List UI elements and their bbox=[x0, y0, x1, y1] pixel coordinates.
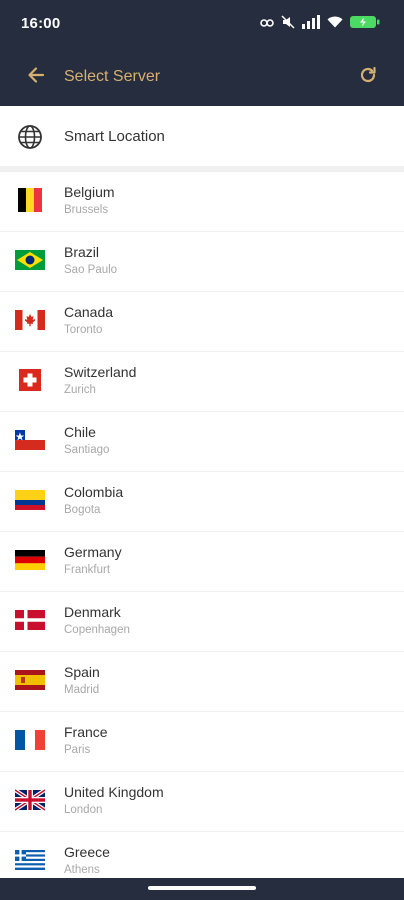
country-name: Chile bbox=[64, 424, 96, 440]
city-name: Toronto bbox=[64, 324, 103, 336]
server-item-brazil[interactable]: Brazil Sao Paulo bbox=[0, 232, 404, 292]
germany-flag-icon bbox=[15, 548, 45, 572]
country-name: Belgium bbox=[64, 184, 115, 200]
city-name: Santiago bbox=[64, 444, 110, 456]
page-title: Select Server bbox=[64, 68, 161, 85]
city-name: Sao Paulo bbox=[64, 264, 118, 276]
signal-icon bbox=[302, 14, 320, 34]
smart-location-item[interactable]: Smart Location bbox=[0, 106, 404, 166]
country-name: Canada bbox=[64, 304, 114, 320]
status-time: 16:00 bbox=[21, 15, 61, 32]
country-name: Spain bbox=[64, 664, 100, 680]
server-item-colombia[interactable]: Colombia Bogota bbox=[0, 472, 404, 532]
france-flag-icon bbox=[15, 728, 45, 752]
status-bar: 16:00 bbox=[0, 0, 404, 48]
battery-charging-icon bbox=[350, 15, 380, 34]
city-name: Paris bbox=[64, 744, 91, 756]
mute-icon bbox=[281, 14, 295, 34]
wifi-icon bbox=[327, 15, 343, 33]
city-name: Bogota bbox=[64, 504, 101, 516]
switzerland-flag-icon bbox=[15, 368, 45, 392]
city-name: Copenhagen bbox=[64, 624, 130, 636]
city-name: Madrid bbox=[64, 684, 100, 696]
country-name: Switzerland bbox=[64, 364, 137, 380]
server-item-switzerland[interactable]: Switzerland Zurich bbox=[0, 352, 404, 412]
city-name: Frankfurt bbox=[64, 564, 111, 576]
spain-flag-icon bbox=[15, 668, 45, 692]
chile-flag-icon bbox=[15, 428, 45, 452]
brazil-flag-icon bbox=[15, 248, 45, 272]
country-name: Denmark bbox=[64, 604, 121, 620]
refresh-icon bbox=[358, 65, 378, 90]
country-name: Germany bbox=[64, 544, 122, 560]
server-item-greece[interactable]: Greece Athens bbox=[0, 832, 404, 878]
server-item-germany[interactable]: Germany Frankfurt bbox=[0, 532, 404, 592]
server-item-canada[interactable]: Canada Toronto bbox=[0, 292, 404, 352]
server-list: Belgium Brussels Brazil Sao Paulo Canada… bbox=[0, 172, 404, 878]
arrow-left-icon bbox=[26, 65, 46, 90]
country-name: Greece bbox=[64, 844, 110, 860]
city-name: Zurich bbox=[64, 384, 96, 396]
greece-flag-icon bbox=[15, 848, 45, 872]
globe-icon bbox=[17, 124, 43, 150]
city-name: London bbox=[64, 804, 103, 816]
united-kingdom-flag-icon bbox=[15, 788, 45, 812]
refresh-button[interactable] bbox=[354, 63, 382, 91]
back-button[interactable] bbox=[22, 63, 50, 91]
smart-location-label: Smart Location bbox=[64, 128, 165, 145]
city-name: Athens bbox=[64, 864, 100, 876]
country-name: United Kingdom bbox=[64, 784, 164, 800]
denmark-flag-icon bbox=[15, 608, 45, 632]
navigation-bar bbox=[0, 878, 404, 900]
country-name: Colombia bbox=[64, 484, 124, 500]
city-name: Brussels bbox=[64, 204, 109, 216]
server-item-united-kingdom[interactable]: United Kingdom London bbox=[0, 772, 404, 832]
server-item-spain[interactable]: Spain Madrid bbox=[0, 652, 404, 712]
server-item-denmark[interactable]: Denmark Copenhagen bbox=[0, 592, 404, 652]
link-icon bbox=[260, 15, 274, 33]
server-item-france[interactable]: France Paris bbox=[0, 712, 404, 772]
home-indicator[interactable] bbox=[148, 886, 256, 890]
colombia-flag-icon bbox=[15, 488, 45, 512]
belgium-flag-icon bbox=[15, 188, 45, 212]
status-icons bbox=[260, 14, 380, 34]
country-name: Brazil bbox=[64, 244, 100, 260]
server-item-chile[interactable]: Chile Santiago bbox=[0, 412, 404, 472]
country-name: France bbox=[64, 724, 108, 740]
canada-flag-icon bbox=[15, 308, 45, 332]
app-bar: Select Server bbox=[0, 48, 404, 106]
server-item-belgium[interactable]: Belgium Brussels bbox=[0, 172, 404, 232]
